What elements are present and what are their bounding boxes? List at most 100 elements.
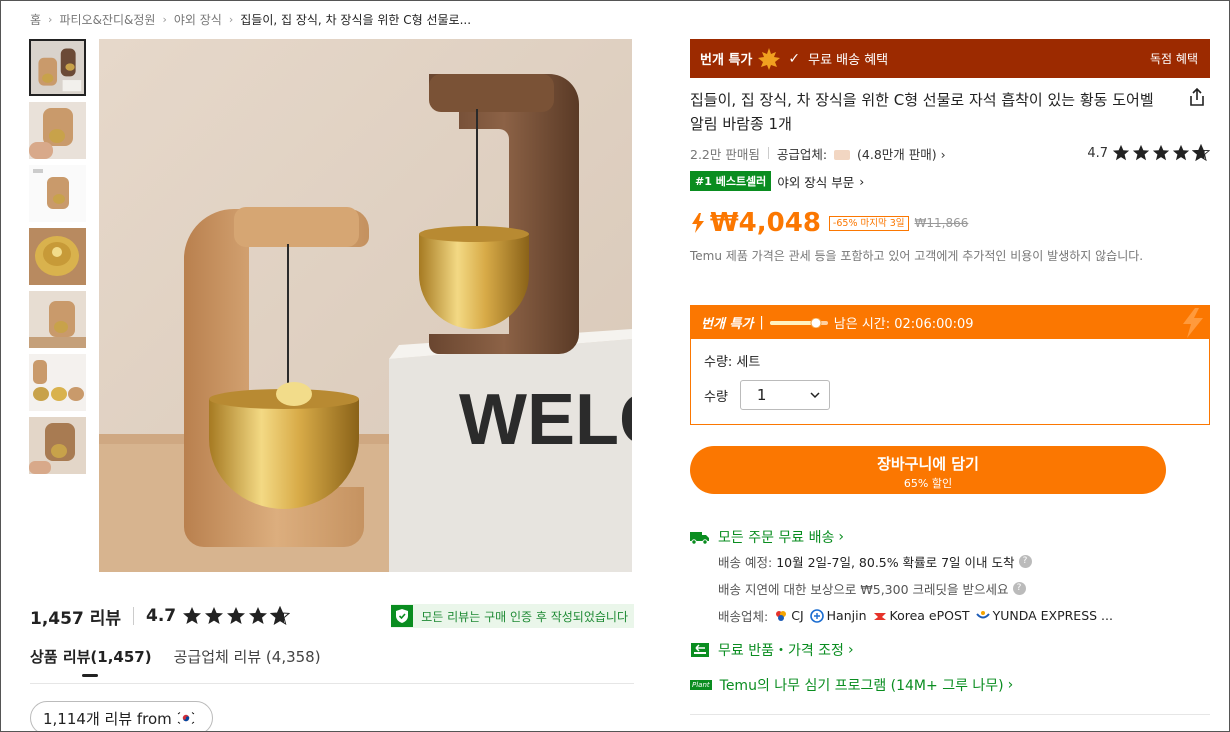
plant-icon: Plant xyxy=(690,680,712,690)
thumbnail-1[interactable] xyxy=(29,39,86,96)
star-icon xyxy=(183,607,202,624)
shipping-section: 모든 주문 무료 배송 › 배송 예정: 10월 2일-7일, 80.5% 확률… xyxy=(690,526,1210,629)
divider xyxy=(690,714,1210,715)
price-row: ₩4,048 -65% 마지막 3일 ₩11,866 xyxy=(690,206,968,240)
supplier-logo-icon xyxy=(834,150,851,160)
sold-count: 2.2만 판매됨 xyxy=(690,146,760,162)
review-country-filter[interactable]: 1,114개 리뷰 from xyxy=(30,701,213,732)
star-icon xyxy=(1172,144,1190,161)
chevron-right-icon: › xyxy=(162,12,167,26)
epost-logo-icon xyxy=(873,612,886,620)
reviews-stars xyxy=(182,606,291,626)
promo-bar: 번개 특가 ✓ 무료 배송 혜택 독점 혜택 xyxy=(690,39,1210,78)
product-meta: 2.2만 판매됨 공급업체: (4.8만개 판매) › 4.7 xyxy=(690,143,1210,163)
review-filter-label: 1,114개 리뷰 from xyxy=(43,709,172,728)
flash-sale-remaining: 남은 시간: 02:06:00:09 xyxy=(833,317,974,332)
chevron-right-icon: › xyxy=(228,12,234,26)
carriers-prefix: 배송업체: xyxy=(718,609,769,624)
carrier-name: CJ xyxy=(791,608,804,623)
free-return-text: 무료 반품・가격 조정 xyxy=(718,643,844,659)
add-to-cart-discount: 65% 할인 xyxy=(903,477,953,490)
star-icon xyxy=(1152,144,1170,161)
hanjin-logo-icon xyxy=(809,608,824,623)
breadcrumb-home[interactable]: 홈 xyxy=(30,11,41,28)
promo-free-shipping: 무료 배송 혜택 xyxy=(808,53,889,68)
promo-exclusive[interactable]: 독점 혜택 xyxy=(1150,50,1198,67)
shield-check-icon xyxy=(391,605,414,627)
star-half-icon xyxy=(1192,144,1210,162)
thumbnail-3[interactable] xyxy=(29,165,86,222)
product-rating-value: 4.7 xyxy=(1087,145,1108,161)
thumbnail-2[interactable] xyxy=(29,102,86,159)
quantity-select[interactable]: 1 xyxy=(739,380,830,410)
carriers-row: 배송업체: CJ Hanjin Korea ePOST YUNDA EXPRES… xyxy=(718,602,1210,629)
carrier-korea-epost: Korea ePOST xyxy=(873,608,970,623)
free-shipping-link[interactable]: 모든 주문 무료 배송 › xyxy=(690,526,1210,548)
tab-supplier-reviews[interactable]: 공급업체 리뷰 (4,358) xyxy=(174,646,321,677)
breadcrumb-patio[interactable]: 파티오&잔디&정원 xyxy=(59,11,155,28)
carrier-name: YUNDA EXPRESS ... xyxy=(992,608,1113,623)
flash-sale-box: 번개 특가 | 남은 시간: 02:06:00:09 수량: 세트 수량 1 xyxy=(690,305,1210,425)
free-shipping-text: 모든 주문 무료 배송 xyxy=(718,530,835,546)
product-main-image[interactable]: WELC xyxy=(99,39,632,572)
original-price: ₩11,866 xyxy=(914,216,969,230)
delay-note: 배송 지연에 대한 보상으로 ₩5,300 크레딧을 받으세요 xyxy=(718,582,1009,597)
carrier-name: Korea ePOST xyxy=(889,608,970,623)
divider xyxy=(132,607,134,625)
add-to-cart-button[interactable]: 장바구니에 담기 65% 할인 xyxy=(690,446,1166,494)
supplier-sales: (4.8만개 판매) xyxy=(857,146,937,162)
thumbnail-6[interactable] xyxy=(29,354,86,411)
doorbell-illustration: WELC xyxy=(99,39,632,572)
chevron-right-icon: › xyxy=(847,642,854,658)
carrier-yunda: YUNDA EXPRESS ... xyxy=(975,608,1113,623)
breadcrumb-outdoor-decor[interactable]: 야외 장식 xyxy=(174,11,222,28)
truck-icon xyxy=(690,532,709,545)
flash-sale-title: 번개 특가 xyxy=(701,317,754,332)
supplier-link[interactable]: 공급업체: (4.8만개 판매) › xyxy=(777,144,946,163)
breadcrumb: 홈 › 파티오&잔디&정원 › 야외 장식 › 집들이, 집 장식, 차 장식을… xyxy=(30,9,471,29)
bestseller-category: 야외 장식 부문 xyxy=(777,174,855,190)
verified-reviews-badge: 모든 리뷰는 구매 인증 후 작성되었습니다 xyxy=(391,604,634,628)
eta-prefix: 배송 예정: xyxy=(718,555,773,570)
reviews-count: 1,457 리뷰 xyxy=(30,608,121,629)
free-return-link[interactable]: 무료 반품・가격 조정 › xyxy=(690,639,854,661)
divider xyxy=(30,683,634,684)
product-rating[interactable]: 4.7 xyxy=(1087,144,1210,162)
delay-compensation: 배송 지연에 대한 보상으로 ₩5,300 크레딧을 받으세요 ? xyxy=(718,575,1210,602)
star-half-icon xyxy=(270,606,291,626)
star-icon xyxy=(227,607,246,624)
chevron-right-icon: › xyxy=(1007,677,1014,693)
add-to-cart-label: 장바구니에 담기 xyxy=(877,455,979,473)
thumbnail-7[interactable] xyxy=(29,417,86,474)
thumbnail-4[interactable] xyxy=(29,228,86,285)
tab-product-reviews[interactable]: 상품 리뷰(1,457) xyxy=(30,646,152,677)
tax-note: Temu 제품 가격은 관세 등을 포함하고 있어 고객에게 추가적인 비용이 … xyxy=(690,249,1144,263)
quantity-label: 수량 xyxy=(704,389,728,405)
quantity-info: 수량: 세트 xyxy=(704,355,761,370)
help-icon[interactable]: ? xyxy=(1012,582,1026,595)
bestseller-row[interactable]: #1 베스트셀러 야외 장식 부문 › xyxy=(690,170,864,192)
svg-text:WELC: WELC xyxy=(459,380,632,460)
share-icon[interactable] xyxy=(1186,86,1208,108)
breadcrumb-current: 집들이, 집 장식, 차 장식을 위한 C형 선물로... xyxy=(240,12,472,27)
eta-value: 10월 2일-7일, 80.5% 확률로 7일 이내 도착 xyxy=(776,555,1015,570)
help-icon[interactable]: ? xyxy=(1018,555,1032,568)
quantity-row: 수량 1 xyxy=(704,380,1209,410)
chevron-right-icon: › xyxy=(48,12,53,26)
thumbnail-5[interactable] xyxy=(29,291,86,348)
maple-leaf-icon xyxy=(758,47,781,70)
chevron-right-icon: › xyxy=(859,173,865,189)
star-icon xyxy=(249,607,268,624)
tree-program-link[interactable]: Plant Temu의 나무 심기 프로그램 (14M+ 그루 나무) › xyxy=(690,674,1013,696)
delivery-estimate: 배송 예정: 10월 2일-7일, 80.5% 확률로 7일 이내 도착 ? xyxy=(718,548,1210,575)
carrier-cj: CJ xyxy=(774,608,804,623)
bestseller-badge: #1 베스트셀러 xyxy=(690,171,772,191)
review-tabs: 상품 리뷰(1,457) 공급업체 리뷰 (4,358) xyxy=(30,646,343,677)
quantity-value: 1 xyxy=(756,386,767,404)
reviews-header: 1,457 리뷰 4.7 모든 리뷰는 구매 인증 후 작성되었습니다 xyxy=(30,603,634,629)
return-icon xyxy=(691,643,709,657)
carrier-hanjin: Hanjin xyxy=(809,608,867,623)
divider xyxy=(767,147,769,159)
verified-text: 모든 리뷰는 구매 인증 후 작성되었습니다 xyxy=(421,609,628,624)
korea-flag-icon xyxy=(175,711,196,725)
